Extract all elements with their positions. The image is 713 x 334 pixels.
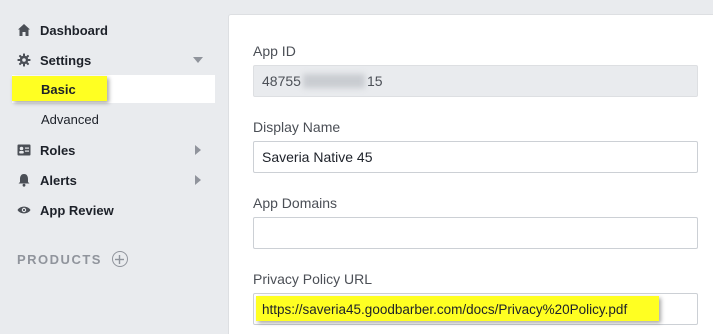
redacted-blur bbox=[302, 74, 365, 88]
sidebar-item-label: Advanced bbox=[41, 111, 99, 127]
sidebar-item-roles[interactable]: Roles bbox=[0, 135, 215, 165]
eye-icon bbox=[16, 202, 32, 218]
sidebar-item-label: Basic bbox=[41, 81, 76, 97]
products-section: PRODUCTS bbox=[17, 251, 128, 267]
settings-card: App ID 48755 15 Display Name App Domains… bbox=[228, 14, 713, 334]
privacy-policy-label: Privacy Policy URL bbox=[253, 271, 373, 287]
add-product-icon[interactable] bbox=[111, 251, 128, 267]
sidebar-item-alerts[interactable]: Alerts bbox=[0, 165, 215, 195]
sidebar-item-label: Roles bbox=[40, 142, 76, 158]
id-card-icon bbox=[16, 142, 32, 158]
chevron-right-icon bbox=[193, 175, 203, 185]
app-id-prefix: 48755 bbox=[262, 73, 301, 89]
privacy-policy-input[interactable]: https://saveria45.goodbarber.com/docs/Pr… bbox=[262, 302, 627, 317]
chevron-right-icon bbox=[193, 145, 203, 155]
sidebar-item-basic[interactable]: Basic bbox=[12, 75, 215, 103]
app-id-field: 48755 15 bbox=[253, 65, 698, 97]
sidebar-item-dashboard[interactable]: Dashboard bbox=[0, 15, 215, 45]
gear-icon bbox=[16, 52, 32, 68]
sidebar-item-label: App Review bbox=[40, 202, 114, 218]
app-domains-input[interactable] bbox=[262, 225, 697, 241]
display-name-label: Display Name bbox=[253, 119, 341, 135]
bell-icon bbox=[16, 172, 32, 188]
app-domains-field[interactable] bbox=[253, 217, 698, 249]
privacy-policy-field[interactable]: https://saveria45.goodbarber.com/docs/Pr… bbox=[253, 293, 698, 325]
sidebar-item-label: Alerts bbox=[40, 172, 77, 188]
app-id-suffix: 15 bbox=[366, 73, 383, 89]
products-label: PRODUCTS bbox=[17, 251, 102, 267]
chevron-down-icon bbox=[193, 55, 203, 65]
sidebar-item-app-review[interactable]: App Review bbox=[0, 195, 215, 225]
sidebar-item-settings[interactable]: Settings bbox=[0, 45, 215, 75]
sidebar-item-label: Settings bbox=[40, 52, 92, 68]
sidebar: Dashboard Settings Basic Advanced Roles … bbox=[0, 0, 222, 334]
app-id-label: App ID bbox=[253, 43, 296, 59]
display-name-field[interactable] bbox=[253, 141, 698, 173]
sidebar-item-label: Dashboard bbox=[40, 22, 108, 38]
home-icon bbox=[16, 22, 32, 38]
sidebar-item-advanced[interactable]: Advanced bbox=[12, 105, 215, 133]
display-name-input[interactable] bbox=[262, 149, 697, 165]
app-domains-label: App Domains bbox=[253, 195, 338, 211]
